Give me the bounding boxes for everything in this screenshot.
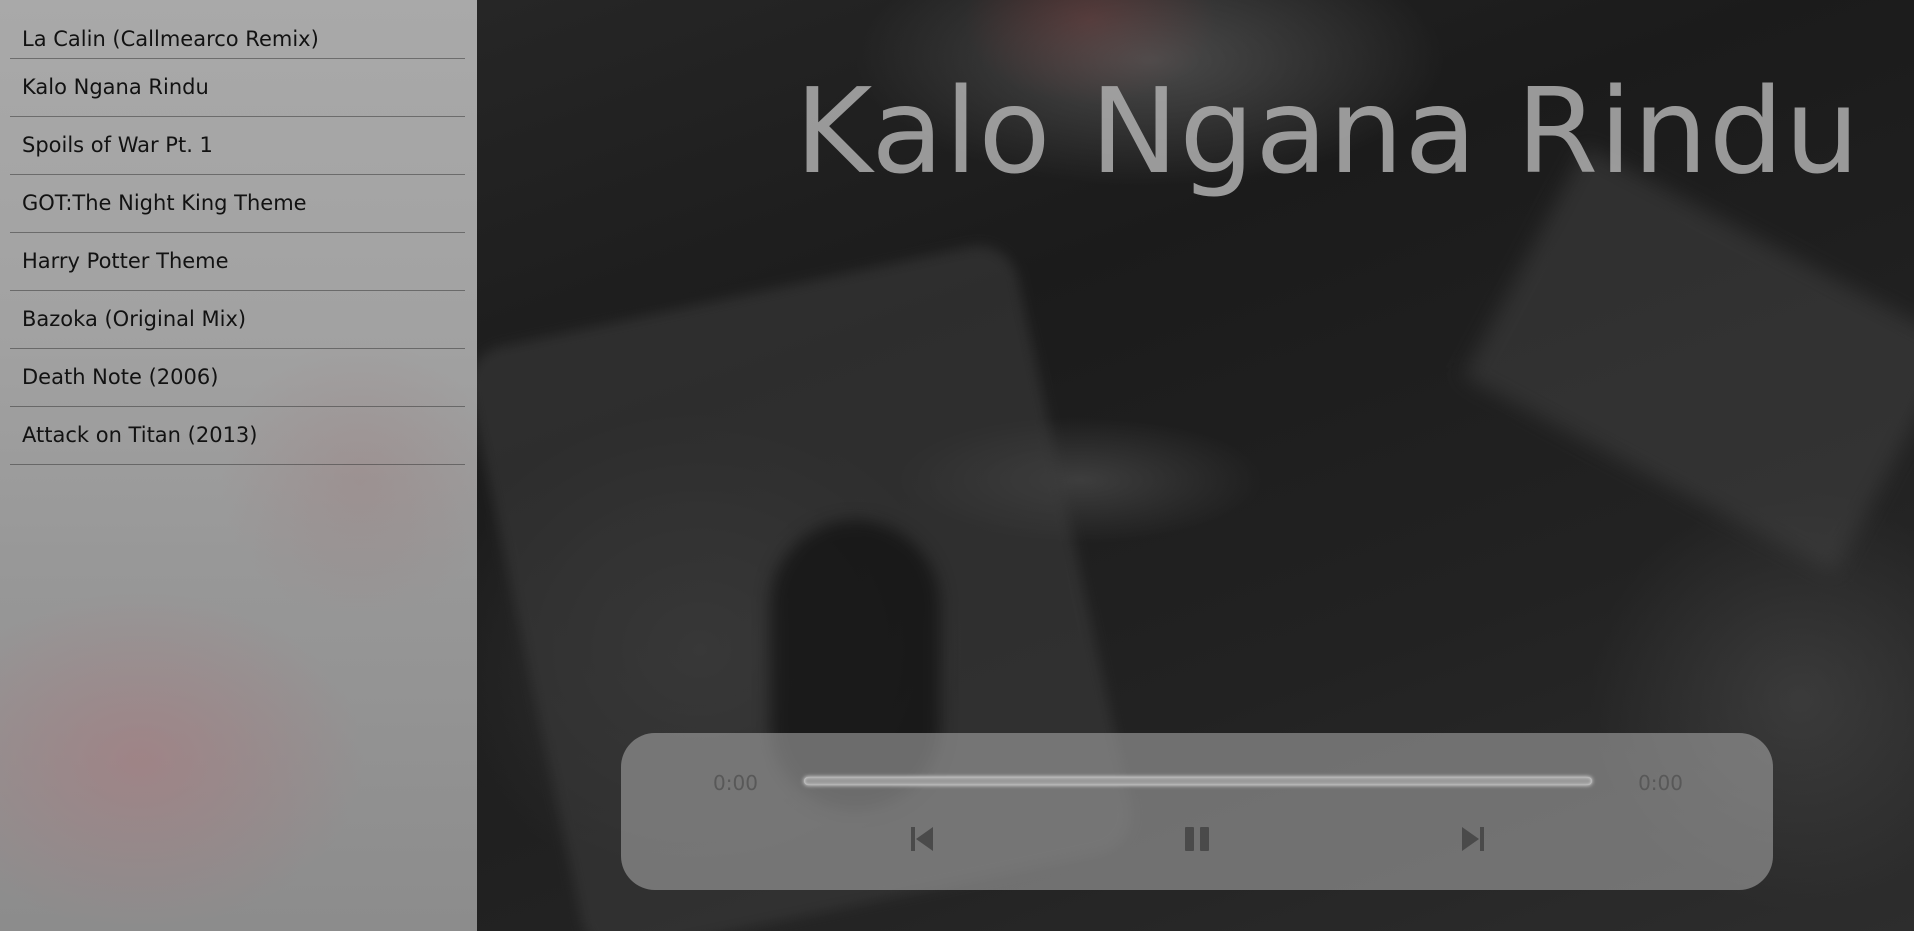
now-playing-title: Kalo Ngana Rindu [795,62,1861,200]
progress-bar[interactable] [804,777,1592,785]
playlist-item[interactable]: GOT:The Night King Theme [10,175,465,233]
playlist-item[interactable]: La Calin (Callmearco Remix) [10,10,465,59]
skip-previous-icon [911,827,933,851]
skip-next-icon [1462,827,1484,851]
playlist-item[interactable]: Kalo Ngana Rindu [10,59,465,117]
next-button[interactable] [1453,819,1493,859]
current-time: 0:00 [713,771,758,795]
playlist-sidebar: La Calin (Callmearco Remix) Kalo Ngana R… [0,0,477,931]
playlist-item[interactable]: Spoils of War Pt. 1 [10,117,465,175]
audio-player: 0:00 0:00 [621,733,1773,890]
total-time: 0:00 [1638,771,1683,795]
previous-button[interactable] [902,819,942,859]
playlist: La Calin (Callmearco Remix) Kalo Ngana R… [0,0,465,465]
pause-button[interactable] [1177,819,1217,859]
playlist-item[interactable]: Death Note (2006) [10,349,465,407]
playlist-item[interactable]: Bazoka (Original Mix) [10,291,465,349]
background-shape [1463,146,1914,574]
playlist-item[interactable]: Attack on Titan (2013) [10,407,465,465]
playlist-item[interactable]: Harry Potter Theme [10,233,465,291]
pause-icon [1185,827,1209,851]
